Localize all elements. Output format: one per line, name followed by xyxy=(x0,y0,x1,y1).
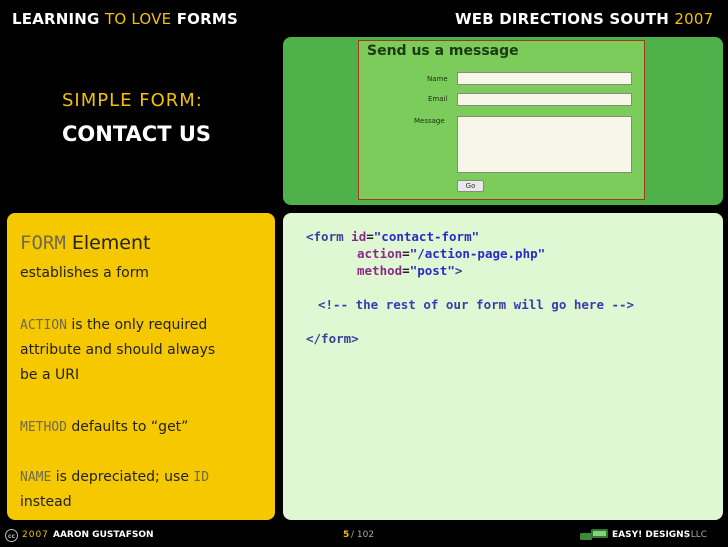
notes-line: ACTION is the only required xyxy=(20,317,207,333)
code-tag-open: <form xyxy=(306,229,344,244)
code-line: method="post"> xyxy=(357,263,463,278)
code-attr: method xyxy=(357,263,403,278)
slide-deck-title: LEARNING TO LOVE FORMS xyxy=(12,10,238,28)
footer-company-suffix: , LLC xyxy=(685,530,708,540)
code-tag-end: > xyxy=(454,263,463,278)
message-label: Message xyxy=(414,117,445,125)
code-value: "post" xyxy=(409,263,455,278)
notes-text: defaults to “get” xyxy=(71,419,189,435)
code-comment: <!-- the rest of our form will go here -… xyxy=(318,297,635,312)
code-line: <form id="contact-form" xyxy=(306,229,480,244)
form-screenshot-heading: Send us a message xyxy=(367,43,519,59)
code-line: action="/action-page.php" xyxy=(357,246,546,261)
footer-author: AARON GUSTAFSON xyxy=(53,530,154,540)
footer-year: 2007 xyxy=(22,530,49,540)
notes-line: METHOD defaults to “get” xyxy=(20,419,188,435)
code-value: "contact-form" xyxy=(373,229,480,244)
message-textarea[interactable] xyxy=(457,116,632,173)
creative-commons-icon: cc xyxy=(5,529,18,542)
code-value: "/action-page.php" xyxy=(409,246,546,261)
notes-code-method: METHOD xyxy=(20,420,67,435)
code-attr: action xyxy=(357,246,403,261)
notes-heading-code: FORM xyxy=(20,232,66,254)
slide-title: CONTACT US xyxy=(62,122,212,146)
header-word-forms: FORMS xyxy=(176,10,238,28)
notes-line: be a URI xyxy=(20,367,80,383)
company-logo-icon xyxy=(580,529,608,540)
conference-title: WEB DIRECTIONS SOUTH xyxy=(455,10,669,28)
footer-company: EASY! DESIGNS xyxy=(612,530,691,540)
notes-code-id: ID xyxy=(193,470,210,485)
current-page-number: 5 xyxy=(343,530,350,540)
notes-text: is the only required xyxy=(71,317,208,333)
notes-heading-text: Element xyxy=(71,232,151,254)
notes-text: is depreciated; use xyxy=(55,469,189,485)
notes-line: establishes a form xyxy=(20,265,149,281)
total-page-count: / 102 xyxy=(351,530,375,540)
code-tag-close: </form> xyxy=(306,331,359,346)
email-label: Email xyxy=(428,95,448,103)
go-button[interactable]: Go xyxy=(457,180,484,192)
notes-line: NAME is depreciated; use ID xyxy=(20,469,209,485)
header-word-learning: LEARNING xyxy=(12,10,100,28)
notes-code-action: ACTION xyxy=(20,318,67,333)
conference-name: WEB DIRECTIONS SOUTH 2007 xyxy=(455,10,713,28)
name-label: Name xyxy=(427,75,448,83)
code-attr: id xyxy=(351,229,367,244)
email-field[interactable] xyxy=(457,93,632,106)
header-word-to-love: TO LOVE xyxy=(105,10,172,28)
slide-subtitle: SIMPLE FORM: xyxy=(62,90,203,111)
conference-year: 2007 xyxy=(674,10,714,28)
notes-line: attribute and should always xyxy=(20,342,216,358)
notes-heading: FORM Element xyxy=(20,232,150,254)
notes-code-name: NAME xyxy=(20,470,52,485)
name-field[interactable] xyxy=(457,72,632,85)
notes-line: instead xyxy=(20,494,72,510)
